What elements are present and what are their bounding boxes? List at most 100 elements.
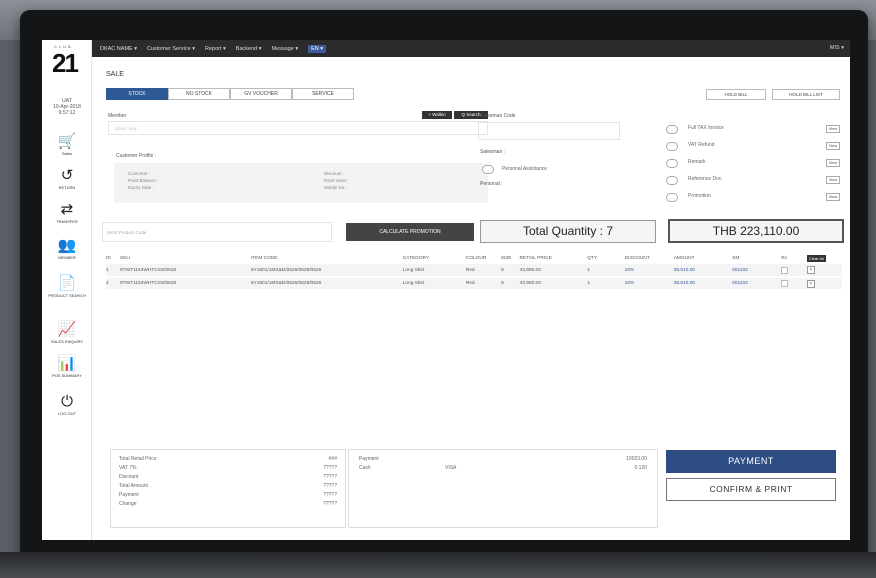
delete-row-icon[interactable]: ×	[806, 266, 815, 274]
promotion-label: Promotion	[688, 193, 711, 199]
summary-value: ?????	[323, 465, 337, 471]
col-id: ID	[106, 255, 111, 261]
tab-no-stock[interactable]: NO STOCK	[168, 88, 230, 100]
nav-transfer[interactable]: ⇄ TRANSFER	[42, 201, 92, 225]
reference-doc-toggle[interactable]	[666, 176, 678, 185]
cell-size: S	[500, 277, 520, 291]
payment-method: Cash	[359, 465, 371, 471]
table-row[interactable]: 1 9TWT1154WHTCSS/0626 6Y1801/1MS&D/0626/…	[106, 264, 842, 278]
nav-sales-enquiry[interactable]: 📈 SALES ENQUIRY	[42, 321, 92, 345]
return-icon: ↺	[60, 167, 74, 184]
col-sm: SM	[732, 255, 740, 261]
reference-doc-view-button[interactable]: View	[826, 176, 840, 184]
member-label: Member	[108, 113, 127, 119]
cell-discount: 10%	[624, 277, 674, 291]
product-search-icon: 📄	[57, 275, 77, 292]
personal-label: Personal :	[480, 181, 503, 187]
rc-checkbox[interactable]	[781, 266, 789, 274]
col-amount: AMOUNT	[673, 255, 695, 261]
cell-item-code: 6Y1801/1MS&D/0626/0626/0626	[250, 277, 403, 291]
sidebar: CLUB 21 UAT 10-Apr-2018 9:57:12 🛒 Sales …	[42, 40, 92, 540]
delete-row-icon[interactable]: ×	[806, 279, 815, 288]
payment-card: VISA	[445, 465, 457, 471]
menu-customer-service[interactable]: Customer Service ▾	[147, 46, 195, 52]
total-amount-display: THB 223,110.00	[668, 219, 844, 243]
clear-all-button[interactable]: Clear All	[806, 254, 826, 262]
member-icon: 👥	[57, 237, 77, 254]
payment-button[interactable]: PAYMENT	[666, 450, 836, 473]
language-select[interactable]: EN ▾	[308, 44, 327, 53]
hold-bill-button[interactable]: HOLD BILL	[706, 89, 766, 100]
cell-retail-price: 43,900.00	[519, 277, 588, 291]
vat-refund-toggle[interactable]	[666, 142, 678, 151]
tab-gv-voucher[interactable]: GV VOUCHER	[230, 88, 292, 100]
cart-icon: 🛒	[57, 133, 77, 150]
cell-retail-price: 43,900.00	[519, 264, 588, 278]
member-input[interactable]: Scan / Key	[108, 121, 488, 135]
hold-bill-list-button[interactable]: HOLD BILL LIST	[772, 89, 840, 100]
total-quantity-display: Total Quantity : 7	[480, 220, 656, 243]
col-sku: SKU	[120, 255, 130, 261]
rc-checkbox[interactable]	[781, 280, 789, 287]
promotion-toggle[interactable]	[666, 193, 678, 202]
menu-backend[interactable]: Backend ▾	[236, 46, 262, 52]
customer-profile-box: Customer : Point Balance : Expiry Date :…	[114, 163, 488, 203]
point-balance-field: Point Balance :	[128, 178, 159, 183]
nav-label: LOG OUT	[57, 411, 76, 416]
items-table: ID SKU ITEM CODE CATEGORY COLOUR SIZE RE…	[106, 252, 842, 291]
col-item-code: ITEM CODE	[250, 255, 278, 261]
nav-label: SALES ENQUIRY	[50, 339, 84, 344]
menu-dkac-name[interactable]: DKAC NAME ▾	[100, 46, 137, 52]
nav-return[interactable]: ↺ RETURN	[42, 167, 92, 191]
calculate-promotion-button[interactable]: CALCULATE PROMOTION	[346, 223, 474, 241]
time-label: 9:57:12	[58, 110, 76, 116]
table-row[interactable]: 2 9TWT1154WHTCSS/0626 6Y1801/1MS&D/0626/…	[106, 277, 842, 291]
full-tax-invoice-view-button[interactable]: View	[826, 125, 840, 133]
nav-label: POS SUMMARY	[52, 373, 82, 378]
point-value-field: Point Value :	[324, 178, 350, 183]
mobile-field: Mobile No. :	[324, 185, 349, 190]
remark-label: Remark	[688, 159, 706, 165]
summary-value: ###	[328, 456, 337, 462]
summary-value: ?????	[323, 501, 337, 507]
walkin-button[interactable]: + Walkin	[422, 111, 452, 119]
salesman-code-input[interactable]	[478, 122, 620, 140]
remark-toggle[interactable]	[666, 159, 678, 168]
sku-input[interactable]: SKU/ Product Code	[102, 222, 332, 242]
tab-service[interactable]: SERVICE	[292, 88, 354, 100]
personal-assistance-toggle[interactable]	[482, 165, 494, 174]
cell-sku: 9TWT1154WHTCSS/0626	[120, 277, 251, 291]
nav-label: TRANSFER	[56, 219, 78, 224]
cell-amount: 39,510.00	[673, 264, 733, 278]
menu-message[interactable]: Message ▾	[272, 46, 299, 52]
remark-view-button[interactable]: View	[826, 159, 840, 167]
cell-category: Long Skirt	[402, 264, 466, 278]
nav-sales[interactable]: 🛒 Sales	[42, 133, 92, 157]
confirm-print-button[interactable]: CONFIRM & PRINT	[666, 478, 836, 501]
table-header-row: ID SKU ITEM CODE CATEGORY COLOUR SIZE RE…	[106, 252, 842, 264]
full-tax-invoice-toggle[interactable]	[666, 125, 678, 134]
payment-amount: 0.120	[634, 465, 647, 471]
cell-item-code: 6Y1801/1MS&D/0626/0626/0626	[250, 264, 403, 278]
menu-report[interactable]: Report ▾	[205, 46, 226, 52]
cell-id: 2	[106, 277, 121, 291]
cell-amount: 39,510.00	[673, 277, 733, 291]
nav-product-search[interactable]: 📄 PRODUCT SEARCH	[42, 275, 92, 299]
nav-pos-summary[interactable]: 📊 POS SUMMARY	[42, 356, 92, 379]
sales-enquiry-icon: 📈	[57, 321, 77, 338]
user-menu[interactable]: MIS ▾	[830, 45, 844, 51]
reference-doc-label: Reference Doc.	[688, 176, 723, 182]
nav-label: Sales	[61, 151, 72, 156]
nav-label: RETURN	[58, 185, 76, 190]
summary-value: ?????	[323, 483, 337, 489]
summary-label: VAT 7%	[119, 465, 137, 471]
nav-logout[interactable]: ⏻ LOG OUT	[42, 393, 92, 417]
tab-stock[interactable]: STOCK	[106, 88, 168, 100]
transfer-icon: ⇄	[60, 201, 74, 218]
vat-refund-view-button[interactable]: View	[826, 142, 840, 150]
col-size: SIZE	[500, 255, 512, 261]
salesman-code-label: Salesman Code	[480, 113, 516, 119]
power-icon: ⏻	[61, 393, 73, 410]
nav-member[interactable]: 👥 MEMBER	[42, 237, 92, 261]
promotion-view-button[interactable]: View	[826, 193, 840, 201]
